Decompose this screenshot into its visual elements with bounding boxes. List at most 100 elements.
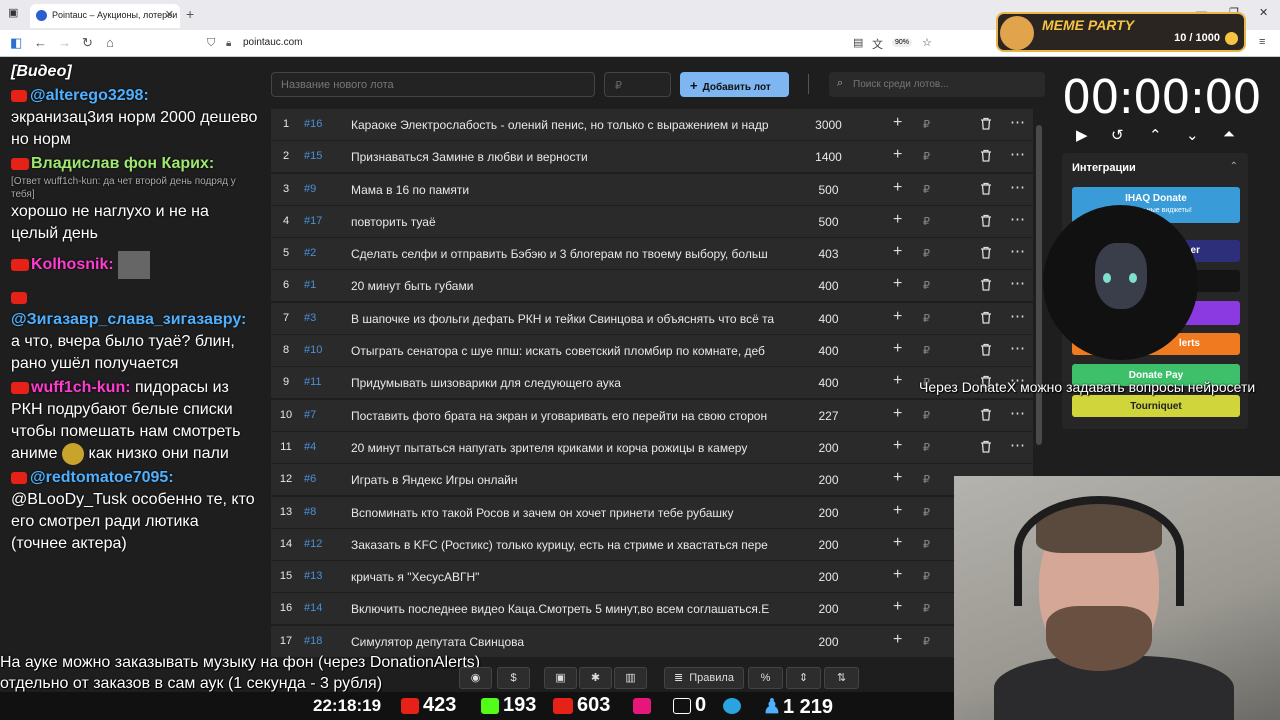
forward-icon[interactable]: → — [58, 35, 71, 50]
sidebar-toggle-icon[interactable]: ◧ — [10, 35, 22, 51]
lot-title[interactable]: Караоке Электрослабость - олений пенис, … — [351, 118, 791, 132]
add-amount-icon[interactable]: + — [893, 179, 902, 197]
add-amount-icon[interactable]: + — [893, 308, 902, 326]
bookmark-icon[interactable]: ☆ — [922, 36, 932, 49]
add-amount-icon[interactable]: + — [893, 502, 902, 520]
close-tab-icon[interactable]: ✕ — [165, 8, 174, 21]
add-amount-icon[interactable]: + — [893, 405, 902, 423]
lot-row[interactable]: 2 #15 Признаваться Замине в любви и вернос… — [271, 141, 1033, 173]
add-amount-icon[interactable]: + — [893, 114, 902, 132]
lot-amount[interactable]: 227 — [801, 409, 856, 423]
lot-table-scrollbar[interactable] — [1036, 125, 1042, 445]
more-options-icon[interactable]: ⋯ — [1010, 274, 1025, 292]
lot-row[interactable]: 14 #12 Заказать в KFC (Ростикс) только кур… — [271, 528, 1033, 560]
ruble-icon[interactable]: ₽ — [923, 215, 930, 228]
ruble-icon[interactable]: ₽ — [923, 183, 930, 196]
lot-row[interactable]: 4 #17 повторить туаё 500 + ₽ ⋯ — [271, 205, 1033, 237]
more-options-icon[interactable]: ⋯ — [1010, 178, 1025, 196]
chevron-up-icon[interactable]: ⌃ — [1149, 126, 1162, 144]
reset-icon[interactable]: ↺ — [1111, 126, 1124, 144]
lot-title[interactable]: Сделать селфи и отправить Бэбэю и 3 блог… — [351, 247, 791, 261]
add-amount-icon[interactable]: + — [893, 211, 902, 229]
lot-row[interactable]: 11 #4 20 минут пытаться напугать зрителя к… — [271, 431, 1033, 463]
play-icon[interactable]: ▶ — [1076, 126, 1088, 144]
double-chevron-up-icon[interactable]: ⏶ — [1223, 126, 1235, 143]
lot-row[interactable]: 10 #7 Поставить фото брата на экран и угов… — [271, 399, 1033, 431]
url-text[interactable]: pointauc.com — [243, 37, 302, 48]
delete-icon[interactable] — [980, 117, 992, 130]
delete-icon[interactable] — [980, 214, 992, 227]
trash-icon[interactable]: ▥ — [614, 667, 647, 689]
tab-menu-icon[interactable]: ▣ — [8, 6, 18, 19]
split-icon[interactable]: ⇕ — [786, 667, 821, 689]
translate-icon[interactable]: 文 — [872, 36, 883, 52]
lot-title[interactable]: Отыграть сенатора с шуе ппш: искать сове… — [351, 344, 791, 358]
lot-row[interactable]: 1 #16 Караоке Электрослабость - олений пен… — [271, 109, 1033, 140]
ruble-icon[interactable]: ₽ — [923, 279, 930, 292]
lot-amount[interactable]: 200 — [801, 506, 856, 520]
back-icon[interactable]: ← — [34, 35, 47, 50]
add-amount-icon[interactable]: + — [893, 243, 902, 261]
add-amount-icon[interactable]: + — [893, 146, 902, 164]
lot-title[interactable]: Заказать в KFC (Ростикс) только курицу, … — [351, 538, 791, 552]
lot-row[interactable]: 13 #8 Вспоминать кто такой Росов и зачем о… — [271, 496, 1033, 528]
add-amount-icon[interactable]: + — [893, 275, 902, 293]
delete-icon[interactable] — [980, 408, 992, 421]
lot-title[interactable]: Придумывать шизоварики для следующего ау… — [351, 376, 791, 390]
more-options-icon[interactable]: ⋯ — [1010, 113, 1025, 131]
ruble-icon[interactable]: ₽ — [923, 118, 930, 131]
ruble-icon[interactable]: ₽ — [923, 602, 930, 615]
delete-icon[interactable] — [980, 343, 992, 356]
ruble-icon[interactable]: ₽ — [923, 247, 930, 260]
lot-title[interactable]: 20 минут быть губами — [351, 279, 791, 293]
lot-title[interactable]: Мама в 16 по памяти — [351, 183, 791, 197]
more-options-icon[interactable]: ⋯ — [1010, 307, 1025, 325]
add-amount-icon[interactable]: + — [893, 437, 902, 455]
more-options-icon[interactable]: ⋯ — [1010, 436, 1025, 454]
rules-button[interactable]: ≣ Правила — [664, 667, 744, 689]
browser-tab[interactable]: Pointauc – Аукционы, лотереи ✕ — [30, 4, 180, 28]
lot-title[interactable]: повторить туаё — [351, 215, 791, 229]
percent-button[interactable]: % — [748, 667, 783, 689]
lot-amount[interactable]: 200 — [801, 602, 856, 616]
ruble-icon[interactable]: ₽ — [923, 312, 930, 325]
delete-icon[interactable] — [980, 182, 992, 195]
lot-row[interactable]: 15 #13 кричать я "ХесусАВГН" 200 + ₽ — [271, 561, 1033, 593]
delete-icon[interactable] — [980, 246, 992, 259]
zoom-badge[interactable]: 90% — [892, 38, 913, 47]
add-amount-icon[interactable]: + — [893, 534, 902, 552]
lot-row[interactable]: 16 #14 Включить последнее видео Каца.Смотр… — [271, 593, 1033, 625]
lot-amount[interactable]: 500 — [801, 215, 856, 229]
lot-amount[interactable]: 500 — [801, 183, 856, 197]
lot-amount[interactable]: 3000 — [801, 118, 856, 132]
lot-amount[interactable]: 200 — [801, 538, 856, 552]
sort-icon[interactable]: ⇅ — [824, 667, 859, 689]
lot-row[interactable]: 6 #1 20 минут быть губами 400 + ₽ ⋯ — [271, 270, 1033, 302]
lot-search-input[interactable]: ⌕ Поиск среди лотов... — [829, 72, 1045, 97]
more-options-icon[interactable]: ⋯ — [1010, 210, 1025, 228]
shield-icon[interactable]: ⛉ — [207, 37, 215, 50]
lot-row[interactable]: 3 #9 Мама в 16 по памяти 500 + ₽ ⋯ — [271, 173, 1033, 205]
collapse-icon[interactable]: ⌃ — [1230, 161, 1238, 172]
ruble-icon[interactable]: ₽ — [923, 538, 930, 551]
delete-icon[interactable] — [980, 278, 992, 292]
bug-icon[interactable]: ✱ — [579, 667, 612, 689]
lot-title[interactable]: Поставить фото брата на экран и уговарив… — [351, 409, 791, 423]
dollar-icon[interactable]: $ — [497, 667, 530, 689]
lot-amount[interactable]: 200 — [801, 635, 856, 649]
lot-title[interactable]: В шапочке из фольги дефать РКН и тейки С… — [351, 312, 791, 326]
lot-amount[interactable]: 400 — [801, 279, 856, 293]
lot-title[interactable]: 20 минут пытаться напугать зрителя крика… — [351, 441, 791, 455]
more-options-icon[interactable]: ⋯ — [1010, 339, 1025, 357]
lot-row[interactable]: 8 #10 Отыграть сенатора с шуе ппш: искать … — [271, 335, 1033, 367]
new-lot-name-input[interactable]: Название нового лота — [271, 72, 595, 97]
lot-amount[interactable]: 200 — [801, 441, 856, 455]
lot-row[interactable]: 12 #6 Играть в Яндекс Игры онлайн 200 + ₽ — [271, 464, 1033, 496]
add-lot-button[interactable]: + Добавить лот — [680, 72, 789, 97]
ruble-icon[interactable]: ₽ — [923, 441, 930, 454]
reader-icon[interactable]: ▤ — [853, 36, 863, 49]
lot-amount[interactable]: 200 — [801, 570, 856, 584]
lot-row[interactable]: 5 #2 Сделать селфи и отправить Бэбэю и 3 б… — [271, 238, 1033, 270]
add-amount-icon[interactable]: + — [893, 631, 902, 649]
lot-title[interactable]: Включить последнее видео Каца.Смотреть 5… — [351, 602, 791, 616]
